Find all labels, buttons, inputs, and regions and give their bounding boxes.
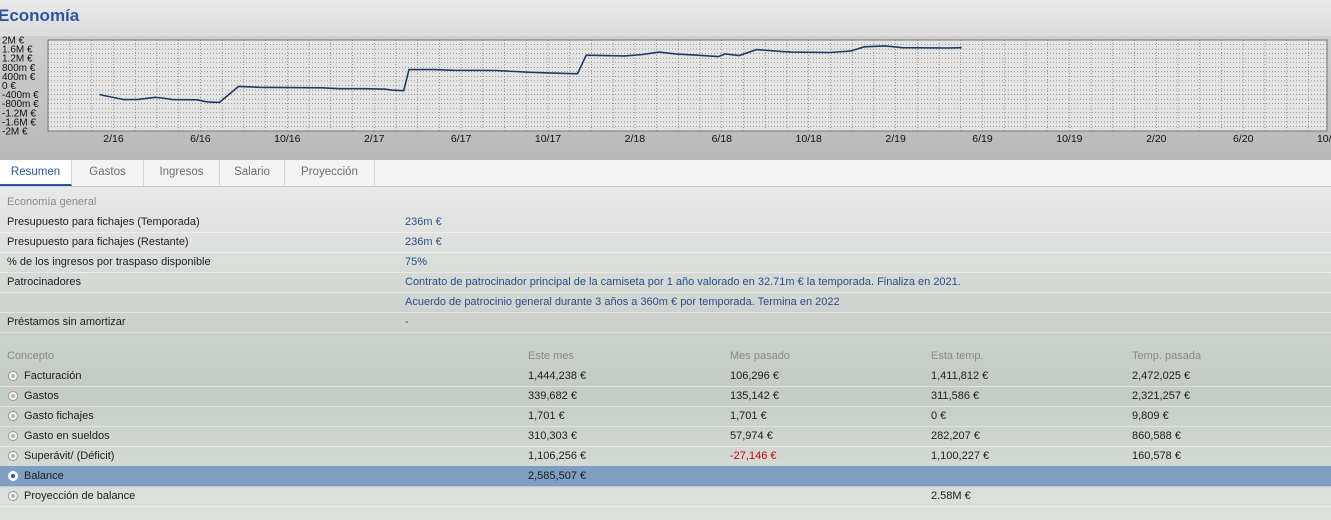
cell-esta-temp: 1,100,227 € xyxy=(931,450,990,462)
x-tick-label: 6/16 xyxy=(190,133,211,145)
info-label: Préstamos sin amortizar xyxy=(7,316,126,328)
y-tick-label: -2M € xyxy=(2,127,28,138)
info-value: Contrato de patrocinador principal de la… xyxy=(405,276,961,288)
cell-mes-pasado: 106,296 € xyxy=(730,370,779,382)
cell-este-mes: 2,585,507 € xyxy=(528,470,587,482)
tab-bar: Resumen Gastos Ingresos Salario Proyecci… xyxy=(0,160,1331,187)
row-label: Balance xyxy=(24,470,64,482)
section-title-general: Economía general xyxy=(7,196,97,208)
cell-mes-pasado-negative: -27,146 € xyxy=(730,450,777,462)
cell-temp-pasada: 160,578 € xyxy=(1132,450,1181,462)
column-header-concepto[interactable]: Concepto xyxy=(7,350,54,362)
info-value: Acuerdo de patrocinio general durante 3 … xyxy=(405,296,840,308)
info-row: Acuerdo de patrocinio general durante 3 … xyxy=(0,292,1331,313)
column-header-este-mes[interactable]: Este mes xyxy=(528,350,574,362)
info-row: Patrocinadores Contrato de patrocinador … xyxy=(0,272,1331,293)
column-header-esta-temp[interactable]: Esta temp. xyxy=(931,350,984,362)
x-tick-label: 6/17 xyxy=(451,133,472,145)
tab-gastos[interactable]: Gastos xyxy=(72,160,144,186)
info-row: Presupuesto para fichajes (Temporada) 23… xyxy=(0,212,1331,233)
tab-salario[interactable]: Salario xyxy=(220,160,285,186)
table-row[interactable]: Gasto fichajes 1,701 € 1,701 € 0 € 9,809… xyxy=(0,406,1331,427)
cell-este-mes: 339,682 € xyxy=(528,390,577,402)
x-tick-label: 6/20 xyxy=(1233,133,1254,145)
column-header-mes-pasado[interactable]: Mes pasado xyxy=(730,350,790,362)
table-row[interactable]: Proyección de balance 2.58M € xyxy=(0,486,1331,507)
cell-este-mes: 1,701 € xyxy=(528,410,565,422)
info-row: Presupuesto para fichajes (Restante) 236… xyxy=(0,232,1331,253)
cell-este-mes: 1,106,256 € xyxy=(528,450,587,462)
page-title: Economía xyxy=(0,6,80,25)
tab-proyeccion[interactable]: Proyección xyxy=(285,160,375,186)
radio-icon[interactable] xyxy=(8,431,18,441)
cell-mes-pasado: 1,701 € xyxy=(730,410,767,422)
x-tick-label: 10/18 xyxy=(796,133,822,145)
cell-esta-temp: 1,411,812 € xyxy=(931,370,989,382)
radio-icon[interactable] xyxy=(8,371,18,381)
row-label: Superávit/ (Déficit) xyxy=(24,450,115,462)
info-label: Patrocinadores xyxy=(7,276,81,288)
row-label: Gasto fichajes xyxy=(24,410,94,422)
x-tick-label: 2/18 xyxy=(625,133,646,145)
info-value: 236m € xyxy=(405,216,442,228)
cell-temp-pasada: 2,472,025 € xyxy=(1132,370,1191,382)
radio-icon[interactable] xyxy=(8,391,18,401)
tab-ingresos[interactable]: Ingresos xyxy=(144,160,220,186)
radio-icon[interactable] xyxy=(8,411,18,421)
x-tick-label: 6/19 xyxy=(972,133,993,145)
row-label: Gastos xyxy=(24,390,59,402)
info-value: 75% xyxy=(405,256,428,268)
summary-panel: Economía general Presupuesto para fichaj… xyxy=(0,187,1331,520)
cell-esta-temp: 282,207 € xyxy=(931,430,980,442)
cell-temp-pasada: 9,809 € xyxy=(1132,410,1169,422)
x-tick-label: 2/20 xyxy=(1146,133,1167,145)
info-row: % de los ingresos por traspaso disponibl… xyxy=(0,252,1331,273)
table-row[interactable]: Gastos 339,682 € 135,142 € 311,586 € 2,3… xyxy=(0,386,1331,407)
table-row[interactable]: Gasto en sueldos 310,303 € 57,974 € 282,… xyxy=(0,426,1331,447)
radio-selected-icon[interactable] xyxy=(8,471,18,481)
info-label: Presupuesto para fichajes (Restante) xyxy=(7,236,189,248)
row-label: Gasto en sueldos xyxy=(24,430,110,442)
info-label: % de los ingresos por traspaso disponibl… xyxy=(7,256,211,268)
cell-este-mes: 1,444,238 € xyxy=(528,370,587,382)
x-tick-label: 10/20 xyxy=(1317,133,1331,145)
cell-mes-pasado: 57,974 € xyxy=(730,430,773,442)
radio-icon[interactable] xyxy=(8,451,18,461)
info-label: Presupuesto para fichajes (Temporada) xyxy=(7,216,200,228)
balance-chart: 2M €1.6M €1.2M €800m €400m €0 € -400m € -8… xyxy=(0,36,1331,160)
cell-este-mes: 310,303 € xyxy=(528,430,577,442)
cell-esta-temp: 2.58M € xyxy=(931,490,971,502)
row-label: Proyección de balance xyxy=(24,490,136,502)
radio-icon[interactable] xyxy=(8,491,18,501)
balance-chart-svg: 2M €1.6M €1.2M €800m €400m €0 €-400m €-8… xyxy=(2,36,1331,145)
x-tick-label: 2/16 xyxy=(103,133,124,145)
x-tick-label: 10/16 xyxy=(274,133,300,145)
x-tick-label: 6/18 xyxy=(712,133,733,145)
column-header-temp-pasada[interactable]: Temp. pasada xyxy=(1132,350,1201,362)
table-row-selected[interactable]: Balance 2,585,507 € xyxy=(0,466,1331,487)
info-value: 236m € xyxy=(405,236,442,248)
x-tick-label: 2/17 xyxy=(364,133,385,145)
cell-temp-pasada: 860,588 € xyxy=(1132,430,1181,442)
x-tick-label: 2/19 xyxy=(885,133,906,145)
cell-temp-pasada: 2,321,257 € xyxy=(1132,390,1191,402)
cell-esta-temp: 0 € xyxy=(931,410,947,422)
info-row: Préstamos sin amortizar - xyxy=(0,312,1331,333)
row-label: Facturación xyxy=(24,370,82,382)
x-tick-label: 10/17 xyxy=(535,133,561,145)
info-value: - xyxy=(405,316,409,328)
table-row[interactable]: Facturación 1,444,238 € 106,296 € 1,411,… xyxy=(0,366,1331,387)
cell-esta-temp: 311,586 € xyxy=(931,390,980,402)
x-tick-label: 10/19 xyxy=(1056,133,1082,145)
cell-mes-pasado: 135,142 € xyxy=(730,390,779,402)
table-row[interactable]: Superávit/ (Déficit) 1,106,256 € -27,146… xyxy=(0,446,1331,467)
tab-resumen[interactable]: Resumen xyxy=(0,160,72,186)
